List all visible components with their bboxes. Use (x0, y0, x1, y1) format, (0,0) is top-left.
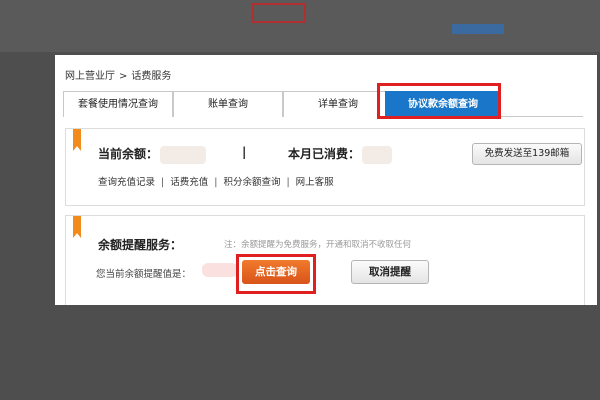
breadcrumb: 网上营业厅 > 话费服务 (65, 67, 171, 82)
balance-card: 当前余额： | 本月已消费： 免费发送至139邮箱 查询充值记录 | 话费充值 | 积分… (65, 128, 585, 206)
month-consumption-value-redacted (362, 145, 393, 164)
reminder-note: 注：余额提醒为免费服务，开通和取消不收取任何 (224, 240, 412, 250)
reminder-threshold-label: 您当前余额提醒值是： (96, 269, 192, 280)
link-points-balance[interactable]: 积分余额查询 (223, 177, 280, 188)
link-separator: | (214, 177, 218, 188)
breadcrumb-current: 话费服务 (131, 71, 172, 82)
reminder-title: 余额提醒服务： (98, 238, 183, 252)
balance-reminder-card: 余额提醒服务： 注：余额提醒为免费服务，开通和取消不收取任何 您当前余额提醒值是… (65, 215, 585, 305)
link-recharge-records[interactable]: 查询充值记录 (98, 177, 155, 188)
background-highlight-box (252, 3, 306, 23)
current-balance-label: 当前余额： (98, 147, 159, 161)
link-online-service[interactable]: 网上客服 (296, 177, 334, 188)
link-separator: | (286, 177, 290, 188)
current-balance-value-redacted (160, 145, 207, 164)
month-consumption-label: 本月已消费： (288, 147, 361, 161)
breadcrumb-home[interactable]: 网上营业厅 (65, 71, 115, 82)
link-separator: | (161, 177, 165, 188)
click-query-button[interactable]: 点击查询 (242, 260, 310, 284)
background-page-header (0, 0, 600, 52)
tab-package-usage[interactable]: 套餐使用情况查询 (63, 91, 173, 117)
send-to-139-mail-button[interactable]: 免费发送至139邮箱 (472, 143, 582, 165)
background-active-subnav (452, 24, 504, 34)
link-recharge[interactable]: 话费充值 (170, 177, 208, 188)
month-consumption: 本月已消费： (288, 145, 393, 164)
bookmark-flag-icon (73, 129, 81, 151)
balance-divider: | (242, 145, 247, 159)
breadcrumb-separator: > (119, 71, 128, 82)
tab-highlight-outline (377, 83, 501, 119)
tab-bill-query[interactable]: 账单查询 (173, 91, 283, 117)
tab-bar: 套餐使用情况查询 账单查询 详单查询 协议款余额查询 (63, 91, 583, 117)
current-balance: 当前余额： (98, 145, 207, 164)
bookmark-flag-icon (73, 216, 81, 238)
fee-service-panel: 网上营业厅 > 话费服务 套餐使用情况查询 账单查询 详单查询 协议款余额查询 当前… (55, 55, 597, 305)
quick-links: 查询充值记录 | 话费充值 | 积分余额查询 | 网上客服 (98, 174, 334, 188)
cancel-reminder-button[interactable]: 取消提醒 (351, 260, 429, 284)
reminder-threshold-redacted (202, 263, 238, 277)
